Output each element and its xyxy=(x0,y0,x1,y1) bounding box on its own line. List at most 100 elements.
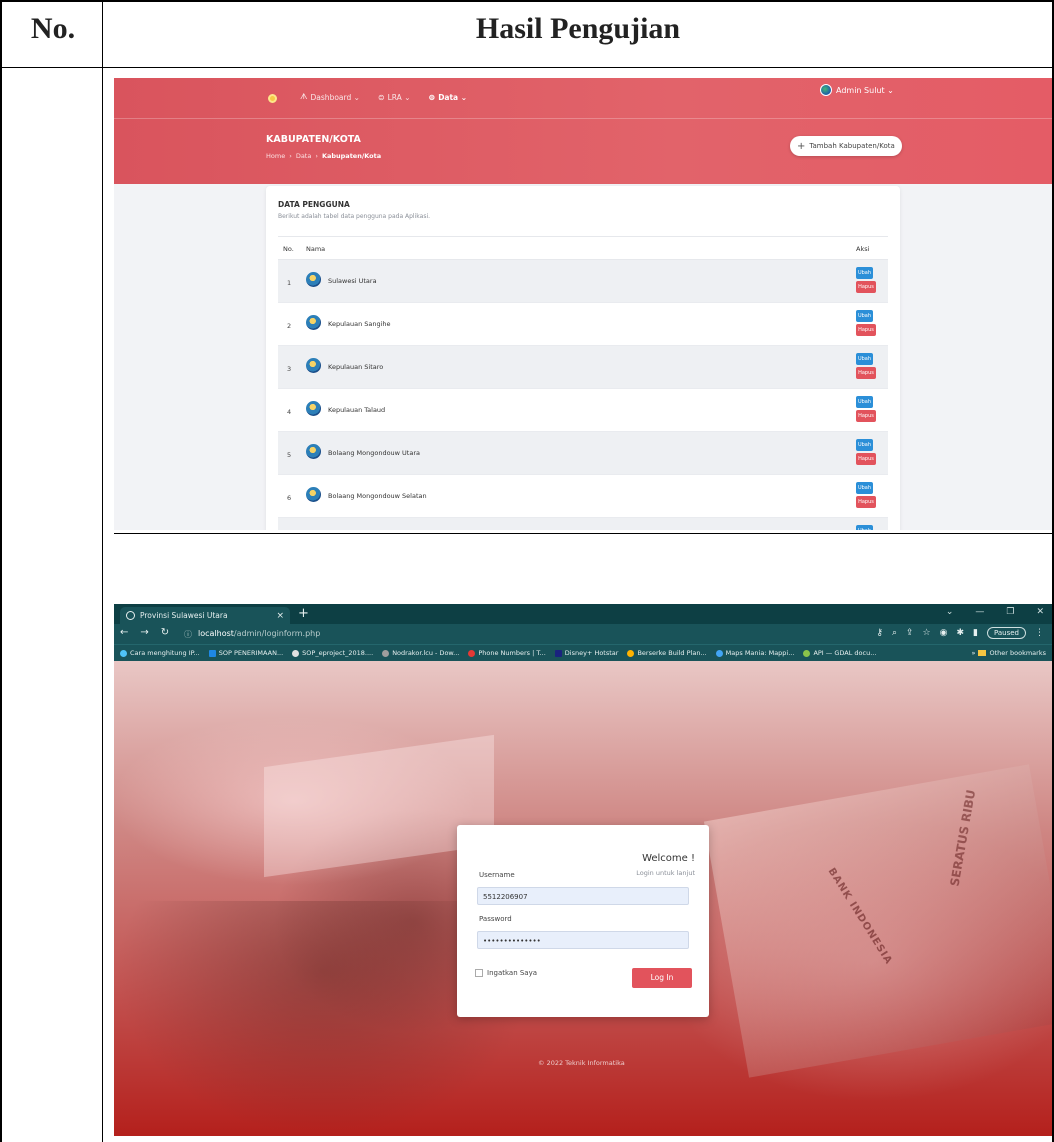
bookmark[interactable]: SOP PENERIMAAN... xyxy=(208,649,284,657)
plus-icon: + xyxy=(797,140,806,152)
password-field[interactable]: •••••••••••••• xyxy=(477,931,689,949)
row-name: Bolaang Mongondouw Utara xyxy=(328,449,420,457)
table-row: 6 Bolaang Mongondouw Selatan Ubah Hapus xyxy=(278,475,888,518)
table-row: 1 Sulawesi Utara Ubah Hapus xyxy=(278,260,888,303)
browser-tab-bar: Provinsi Sulawesi Utara × + ⌄ — ❐ ✕ xyxy=(114,604,1052,624)
maximize-icon[interactable]: ❐ xyxy=(1006,607,1014,617)
bookmark[interactable]: API — GDAL docu... xyxy=(803,649,876,657)
delete-button[interactable]: Hapus xyxy=(856,410,876,422)
folder-icon xyxy=(978,650,987,656)
bookmark[interactable]: Cara menghitung IP... xyxy=(120,649,200,657)
other-bookmarks[interactable]: » Other bookmarks xyxy=(972,649,1047,657)
delete-button[interactable]: Hapus xyxy=(856,453,876,465)
breadcrumb: Home › Data › Kabupaten/Kota xyxy=(266,152,381,160)
profile-paused-button[interactable]: Paused xyxy=(986,627,1026,639)
nav-lra[interactable]: ⊜ LRA ⌄ xyxy=(378,92,411,102)
edit-button[interactable]: Ubah xyxy=(856,396,873,408)
bookmark[interactable]: Nodrakor.lcu - Dow... xyxy=(382,649,459,657)
delete-button[interactable]: Hapus xyxy=(856,496,876,508)
browser-tab[interactable]: Provinsi Sulawesi Utara × xyxy=(120,607,290,624)
row-name: Kepulauan Sangihe xyxy=(328,320,391,328)
login-button[interactable]: Log In xyxy=(632,968,692,988)
nav-buttons: ← → ↻ xyxy=(120,627,169,638)
region-logo-icon xyxy=(306,401,321,416)
row-name: Kepulauan Sitaro xyxy=(328,363,384,371)
back-icon[interactable]: ← xyxy=(120,627,128,638)
nav-data[interactable]: ⊜ Data ⌄ xyxy=(428,92,467,102)
close-window-icon[interactable]: ✕ xyxy=(1036,607,1044,617)
bookmark[interactable]: SOP_eproject_2018.... xyxy=(292,649,373,657)
menu-icon[interactable]: ⋮ xyxy=(1035,628,1044,638)
remember-checkbox[interactable] xyxy=(475,969,483,977)
reload-icon[interactable]: ↻ xyxy=(161,627,169,638)
brand-logo-icon[interactable] xyxy=(268,94,277,103)
delete-button[interactable]: Hapus xyxy=(856,367,876,379)
edit-button[interactable]: Ubah xyxy=(856,353,873,365)
row-number: 1 xyxy=(287,279,292,287)
region-logo-icon xyxy=(306,487,321,502)
extension-icon[interactable]: ◉ xyxy=(940,628,948,638)
user-menu[interactable]: Admin Sulut ⌄ xyxy=(820,84,894,96)
minimize-icon[interactable]: — xyxy=(975,607,984,617)
col-no: No. xyxy=(283,245,294,253)
bookmark-label: API — GDAL docu... xyxy=(813,649,877,657)
table-row: Ubah xyxy=(278,518,888,530)
bookmark-label: SOP PENERIMAAN... xyxy=(218,649,284,657)
delete-button[interactable]: Hapus xyxy=(856,281,876,293)
edit-button[interactable]: Ubah xyxy=(856,267,873,279)
other-bookmarks-label: Other bookmarks xyxy=(989,649,1046,657)
nav-lra-label: LRA ⌄ xyxy=(387,92,411,102)
bookmark-label: Disney+ Hotstar xyxy=(564,649,619,657)
login-screenshot: Provinsi Sulawesi Utara × + ⌄ — ❐ ✕ ← → … xyxy=(114,604,1052,1136)
address-bar: ← → ↻ ⓘ localhost/admin/loginform.php ⚷ … xyxy=(114,624,1052,644)
card-subtitle: Berikut adalah tabel data pengguna pada … xyxy=(278,213,431,220)
bookmark-icon xyxy=(554,649,562,657)
key-icon[interactable]: ⚷ xyxy=(876,628,883,638)
bookmark[interactable]: Maps Mania: Mappi... xyxy=(715,649,795,657)
bookmark[interactable]: Disney+ Hotstar xyxy=(554,649,619,657)
chevron-down-icon[interactable]: ⌄ xyxy=(946,607,954,617)
card-title: DATA PENGGUNA xyxy=(278,200,350,209)
edit-button[interactable]: Ubah xyxy=(856,310,873,322)
nav-dashboard[interactable]: ᗑ Dashboard ⌄ xyxy=(300,92,360,102)
url-field[interactable]: ⓘ localhost/admin/loginform.php xyxy=(184,629,320,640)
delete-button[interactable]: Hapus xyxy=(856,324,876,336)
star-icon[interactable]: ☆ xyxy=(923,628,931,638)
page-title: KABUPATEN/KOTA xyxy=(266,134,361,145)
password-label: Password xyxy=(479,915,512,923)
forward-icon[interactable]: → xyxy=(140,627,148,638)
puzzle-icon[interactable]: ✱ xyxy=(956,628,964,638)
remember-label: Ingatkan Saya xyxy=(487,969,538,977)
footer-copyright: © 2022 Teknik Informatika xyxy=(538,1059,625,1067)
add-kabupaten-button[interactable]: + Tambah Kabupaten/Kota xyxy=(790,136,902,156)
bookmark[interactable]: Berserke Build Plan... xyxy=(627,649,707,657)
col-nama: Nama xyxy=(306,245,326,253)
table-row: 3 Kepulauan Sitaro Ubah Hapus xyxy=(278,346,888,389)
bookmark-label: Nodrakor.lcu - Dow... xyxy=(392,649,460,657)
info-icon[interactable]: ⓘ xyxy=(184,629,192,640)
bookmark-icon xyxy=(292,649,300,657)
zoom-icon[interactable]: ⌕ xyxy=(892,628,897,638)
browser-toolbar: ⚷ ⌕ ⇪ ☆ ◉ ✱ ▮ Paused ⋮ xyxy=(876,627,1044,639)
bookmark-label: Cara menghitung IP... xyxy=(130,649,200,657)
new-tab-icon[interactable]: + xyxy=(298,606,309,621)
username-field[interactable]: 5512206907 xyxy=(477,887,689,905)
bookmark[interactable]: Phone Numbers | T... xyxy=(468,649,546,657)
breadcrumb-home[interactable]: Home xyxy=(266,152,285,160)
edit-button[interactable]: Ubah xyxy=(856,439,873,451)
edit-button[interactable]: Ubah xyxy=(856,525,873,530)
breadcrumb-current: Kabupaten/Kota xyxy=(321,152,382,160)
bookmarks-bar: Cara menghitung IP... SOP PENERIMAAN... … xyxy=(114,644,1052,661)
close-tab-icon[interactable]: × xyxy=(276,611,284,621)
row-name: Kepulauan Talaud xyxy=(328,406,386,414)
share-icon[interactable]: ⇪ xyxy=(906,628,914,638)
region-logo-icon xyxy=(306,358,321,373)
bookmark-label: Maps Mania: Mappi... xyxy=(725,649,795,657)
bookmark-icon xyxy=(208,649,216,657)
login-background: BANK INDONESIA SERATUS RIBU Welcome ! Lo… xyxy=(114,661,1052,1136)
edit-button[interactable]: Ubah xyxy=(856,482,873,494)
remember-me[interactable]: Ingatkan Saya xyxy=(475,969,537,977)
more-bookmarks-icon[interactable]: » xyxy=(972,649,976,657)
sidepanel-icon[interactable]: ▮ xyxy=(973,628,978,638)
breadcrumb-data[interactable]: Data xyxy=(296,152,312,160)
